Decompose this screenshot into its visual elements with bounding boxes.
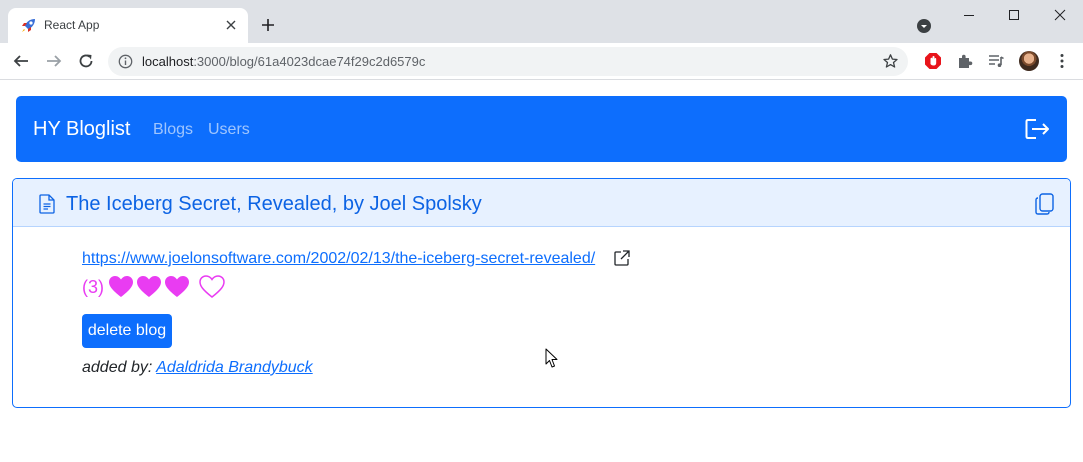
bookmark-star-icon[interactable]	[882, 53, 899, 70]
info-icon[interactable]	[118, 54, 133, 69]
address-url: localhost:3000/blog/61a4023dcae74f29c2d6…	[142, 54, 425, 69]
profile-avatar[interactable]	[1019, 51, 1039, 71]
browser-tab-active[interactable]: React App	[8, 8, 248, 43]
tab-search-icon[interactable]	[916, 18, 932, 34]
document-icon	[39, 194, 55, 214]
forward-arrow-icon[interactable]	[45, 52, 63, 70]
copy-icon[interactable]	[1035, 193, 1054, 215]
added-by-label: added by:	[82, 359, 153, 376]
navbar-brand[interactable]: HY Bloglist	[33, 118, 130, 141]
app-navbar: HY Bloglist Blogs Users	[16, 96, 1067, 162]
heart-filled-icon	[165, 276, 189, 297]
minimize-icon[interactable]	[962, 8, 976, 22]
address-path: :3000/blog/61a4023dcae74f29c2d6579c	[193, 54, 426, 69]
blog-title: The Iceberg Secret, Revealed, by Joel Sp…	[66, 193, 482, 215]
tab-title: React App	[44, 18, 100, 32]
like-count: (3)	[82, 276, 104, 297]
added-by: added by: Adaldrida Brandybuck	[82, 359, 313, 377]
rocket-icon	[22, 19, 35, 32]
browser-toolbar: localhost:3000/blog/61a4023dcae74f29c2d6…	[0, 43, 1083, 80]
delete-blog-button[interactable]: delete blog	[82, 314, 172, 348]
back-arrow-icon[interactable]	[12, 52, 30, 70]
reload-icon[interactable]	[77, 52, 95, 70]
address-bar[interactable]: localhost:3000/blog/61a4023dcae74f29c2d6…	[108, 47, 908, 76]
tab-close-icon[interactable]	[224, 18, 238, 32]
added-by-user-link[interactable]: Adaldrida Brandybuck	[156, 359, 313, 376]
maximize-icon[interactable]	[1007, 8, 1021, 22]
heart-filled-icon	[137, 276, 161, 297]
kebab-menu-icon[interactable]	[1053, 52, 1071, 70]
new-tab-plus-icon[interactable]	[260, 17, 276, 33]
adblock-icon[interactable]	[924, 52, 942, 70]
external-link-icon[interactable]	[613, 249, 631, 267]
browser-tabstrip: React App	[0, 0, 1083, 43]
close-window-icon[interactable]	[1053, 8, 1067, 22]
heart-filled-icon	[109, 276, 133, 297]
nav-link-blogs[interactable]: Blogs	[153, 121, 193, 139]
likes-row: (3)	[82, 274, 227, 300]
blog-card-header: The Iceberg Secret, Revealed, by Joel Sp…	[13, 179, 1070, 227]
logout-icon[interactable]	[1025, 117, 1051, 141]
blog-card: The Iceberg Secret, Revealed, by Joel Sp…	[12, 178, 1071, 408]
extensions-puzzle-icon[interactable]	[956, 52, 974, 70]
nav-link-users[interactable]: Users	[208, 121, 250, 139]
address-host: localhost	[142, 54, 194, 69]
blog-url-link[interactable]: https://www.joelonsoftware.com/2002/02/1…	[82, 250, 595, 268]
media-queue-icon[interactable]	[987, 52, 1005, 70]
mouse-cursor-icon	[545, 348, 558, 368]
like-button-heart-outline-icon[interactable]	[199, 275, 225, 299]
